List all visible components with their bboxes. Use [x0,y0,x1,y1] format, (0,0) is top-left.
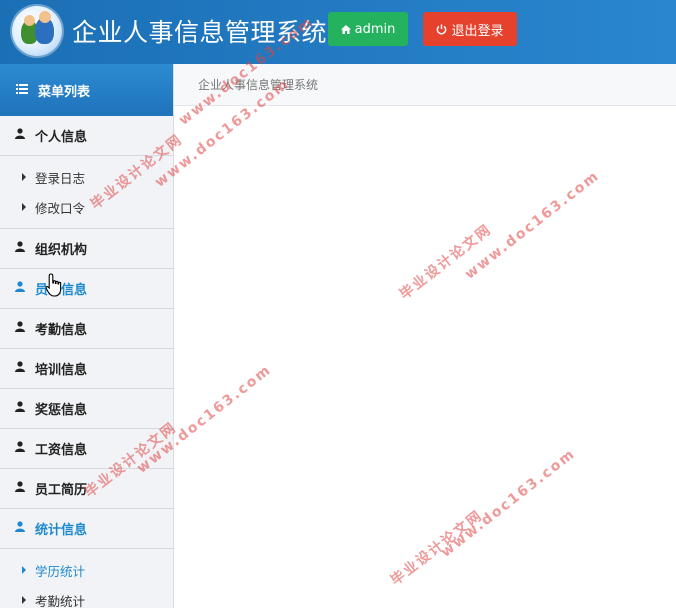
admin-user-label: admin [354,21,396,37]
hand-cursor-icon [45,273,65,301]
user-icon [15,441,25,456]
sidebar-item-label: 培训信息 [35,363,88,378]
sidebar-item-label: 员工简历 [35,483,88,498]
main-body [174,106,676,608]
user-icon [15,361,25,376]
sidebar-subitem-attendance-stats[interactable]: 考勤统计 [0,585,173,608]
sidebar-item-label: 个人信息 [35,130,88,145]
sidebar-item-label: 考勤信息 [35,323,88,338]
sidebar-item-personal-info[interactable]: 个人信息 [0,116,173,156]
sidebar-item-employee-info[interactable]: 员工信息 [0,269,173,309]
caret-right-icon [22,173,26,181]
sidebar-item-resume[interactable]: 员工简历 [0,469,173,509]
breadcrumb-text: 企业人事信息管理系统 [198,78,319,92]
sidebar-item-label: 奖惩信息 [35,403,88,418]
sidebar-subitem-label: 考勤统计 [35,593,86,608]
user-icon [15,321,25,336]
sidebar: 菜单列表 个人信息 登录日志 修改口令 组织机构 员工信息 考勤信息 培训信息 … [0,64,174,608]
list-icon [16,83,28,98]
top-header: 企业人事信息管理系统 admin 退出登录 [0,0,676,64]
sidebar-item-statistics[interactable]: 统计信息 [0,509,173,549]
sidebar-item-label: 统计信息 [35,523,88,538]
sidebar-title: 菜单列表 [38,84,91,100]
submenu-statistics: 学历统计 考勤统计 [0,549,173,608]
sidebar-header: 菜单列表 [0,64,173,116]
app-logo [12,6,62,56]
admin-user-button[interactable]: admin [328,12,408,46]
sidebar-subitem-login-log[interactable]: 登录日志 [0,162,173,192]
user-icon [15,241,25,256]
sidebar-item-attendance[interactable]: 考勤信息 [0,309,173,349]
sidebar-subitem-education-stats[interactable]: 学历统计 [0,555,173,585]
home-icon [340,24,351,34]
submenu-personal-info: 登录日志 修改口令 [0,156,173,229]
caret-right-icon [22,596,26,604]
user-icon [15,128,25,143]
sidebar-subitem-label: 登录日志 [35,170,86,186]
user-icon [15,281,25,296]
user-icon [15,481,25,496]
sidebar-item-label: 工资信息 [35,443,88,458]
logout-button[interactable]: 退出登录 [423,12,517,46]
sidebar-item-rewards-penalties[interactable]: 奖惩信息 [0,389,173,429]
sidebar-subitem-label: 修改口令 [35,200,86,216]
breadcrumb: 企业人事信息管理系统 [174,64,676,106]
main-content: 企业人事信息管理系统 [174,64,676,608]
user-icon [15,521,25,536]
caret-right-icon [22,566,26,574]
power-icon [436,23,447,35]
sidebar-item-training[interactable]: 培训信息 [0,349,173,389]
sidebar-item-label: 组织机构 [35,243,88,258]
sidebar-subitem-change-password[interactable]: 修改口令 [0,192,173,222]
caret-right-icon [22,203,26,211]
sidebar-item-salary[interactable]: 工资信息 [0,429,173,469]
user-icon [15,401,25,416]
sidebar-subitem-label: 学历统计 [35,563,86,579]
sidebar-item-organization[interactable]: 组织机构 [0,229,173,269]
logout-label: 退出登录 [451,23,504,39]
app-title: 企业人事信息管理系统 [72,18,328,47]
